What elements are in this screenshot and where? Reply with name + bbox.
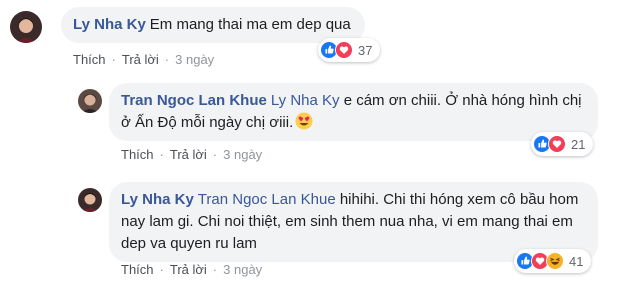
comment-mention[interactable]: Ly Nha Ky (271, 92, 340, 109)
like-link[interactable]: Thích (121, 262, 154, 277)
separator-dot: · (111, 52, 116, 67)
comment-actions: Thích · Trả lời · 3 ngày (121, 262, 262, 277)
reactions-summary[interactable]: 41 (514, 249, 592, 273)
heart-eyes-emoji-icon (295, 112, 313, 130)
comment-timestamp[interactable]: 3 ngày (223, 147, 262, 162)
avatar[interactable] (78, 188, 102, 212)
separator-dot: · (159, 262, 164, 277)
reply-link[interactable]: Trả lời (122, 52, 159, 67)
comment-author[interactable]: Ly Nha Ky (73, 16, 146, 33)
comment-bubble: Tran Ngoc Lan Khue Ly Nha Ky e cám ơn chi… (109, 83, 598, 141)
avatar[interactable] (78, 89, 102, 113)
comment-mention[interactable]: Tran Ngoc Lan Khue (198, 191, 336, 208)
reaction-count: 41 (569, 253, 584, 269)
comment-author[interactable]: Tran Ngoc Lan Khue (121, 92, 267, 109)
reactions-summary[interactable]: 37 (318, 38, 381, 62)
comment-actions: Thích · Trả lời · 3 ngày (121, 147, 262, 162)
comment-timestamp[interactable]: 3 ngày (223, 262, 262, 277)
reply-link[interactable]: Trả lời (170, 262, 207, 277)
love-icon (548, 135, 566, 153)
avatar[interactable] (10, 11, 42, 43)
reply-link[interactable]: Trả lời (170, 147, 207, 162)
like-link[interactable]: Thích (121, 147, 154, 162)
separator-dot: · (212, 262, 218, 277)
reactions-summary[interactable]: 21 (531, 132, 594, 156)
like-link[interactable]: Thích (73, 52, 106, 67)
comment-text: Em mang thai ma em dep qua (149, 16, 351, 33)
love-icon (335, 41, 353, 59)
reaction-count: 21 (571, 136, 586, 152)
haha-icon (546, 252, 564, 270)
separator-dot: · (159, 147, 164, 162)
comment-bubble: Ly Nha Ky Em mang thai ma em dep qua (61, 7, 365, 43)
separator-dot: · (212, 147, 218, 162)
comment-author[interactable]: Ly Nha Ky (121, 191, 194, 208)
separator-dot: · (164, 52, 170, 67)
reaction-count: 37 (358, 42, 373, 58)
comment-timestamp[interactable]: 3 ngày (175, 52, 214, 67)
comment-actions: Thích · Trả lời · 3 ngày (73, 52, 214, 67)
